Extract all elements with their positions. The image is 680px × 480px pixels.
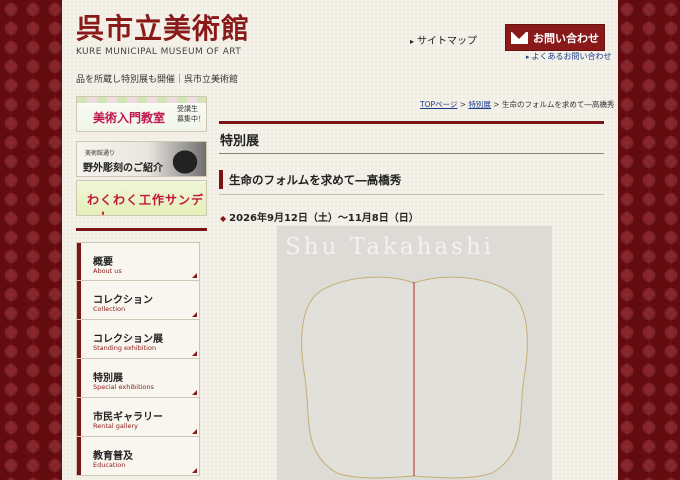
faq-link[interactable]: ▸ よくあるお問い合わせ: [526, 51, 612, 62]
main-top-rule: [219, 121, 604, 124]
mail-icon: [511, 31, 528, 44]
sitemap-link[interactable]: ▸ サイトマップ: [410, 32, 477, 47]
banner-title: 野外彫刻のご紹介: [83, 163, 163, 174]
banner-craft-sunday[interactable]: わくわく工作サンデー！: [76, 180, 207, 216]
corner-triangle-icon: [192, 312, 197, 317]
diamond-bullet-icon: ◆: [220, 214, 227, 223]
breadcrumb-current: 生命のフォルムを求めて―高橋秀: [501, 100, 615, 109]
page-container: 呉市立美術館 KURE MUNICIPAL MUSEUM OF ART 品を所蔵…: [62, 0, 618, 480]
sculpture-image: [166, 144, 204, 174]
nav-accent-bar: [77, 281, 81, 319]
breadcrumb-separator: >: [457, 100, 469, 109]
nav-accent-bar: [77, 320, 81, 358]
sidebar-item-collection[interactable]: コレクション Collection: [76, 281, 200, 320]
banner-title: 美術入門教室: [93, 111, 166, 125]
breadcrumb-separator: >: [490, 100, 502, 109]
contact-button[interactable]: お問い合わせ: [505, 24, 605, 51]
breadcrumb-top-link[interactable]: TOPページ: [420, 100, 457, 109]
nav-sublabel: Rental gallery: [93, 422, 138, 430]
exhibition-poster[interactable]: Shu Takahashi: [277, 226, 552, 480]
heading-underline: [219, 194, 604, 195]
contact-label: お問い合わせ: [533, 31, 599, 45]
corner-triangle-icon: [192, 351, 197, 356]
tagline: 品を所蔵し特別展も開催｜呉市立美術館: [76, 75, 239, 85]
nav-sublabel: Standing exhibition: [93, 344, 157, 352]
sidebar-item-standing-exhibition[interactable]: コレクション展 Standing exhibition: [76, 320, 200, 359]
banner-subtitle: 美術館通り: [85, 150, 116, 157]
sidebar-item-education[interactable]: 教育普及 Education: [76, 437, 200, 476]
nav-label: 教育普及: [93, 451, 133, 462]
site-logo-english[interactable]: KURE MUNICIPAL MUSEUM OF ART: [76, 47, 241, 57]
nav-label: コレクション: [93, 295, 153, 306]
poster-artist-name: Shu Takahashi: [285, 234, 495, 260]
corner-triangle-icon: [192, 429, 197, 434]
arrow-right-icon: ▸: [526, 53, 530, 61]
sidebar-divider: [76, 228, 207, 231]
exhibition-date-text: 2026年9月12日（土）〜11月8日（日）: [229, 213, 419, 224]
banner-art-class[interactable]: 美術入門教室 受講生 募集中！: [76, 96, 207, 132]
sidebar-item-special-exhibitions[interactable]: 特別展 Special exhibitions: [76, 359, 200, 398]
nav-accent-bar: [77, 359, 81, 397]
heading-accent-bar: [219, 170, 223, 189]
sitemap-label: サイトマップ: [417, 36, 478, 47]
nav-sublabel: Special exhibitions: [93, 383, 154, 391]
nav-accent-bar: [77, 437, 81, 475]
sidebar-item-about[interactable]: 概要 About us: [76, 242, 200, 281]
breadcrumb-section-link[interactable]: 特別展: [468, 100, 491, 109]
banner-title: わくわく工作サンデー！: [87, 193, 205, 215]
exhibition-date: ◆ 2026年9月12日（土）〜11月8日（日）: [220, 209, 419, 224]
nav-sublabel: Collection: [93, 305, 126, 313]
banner-outdoor-sculpture[interactable]: 美術館通り 野外彫刻のご紹介: [76, 141, 207, 177]
nav-label: 概要: [93, 257, 113, 268]
nav-label: 特別展: [93, 373, 123, 384]
sidebar-item-rental-gallery[interactable]: 市民ギャラリー Rental gallery: [76, 398, 200, 437]
nav-accent-bar: [77, 243, 81, 280]
corner-triangle-icon: [192, 390, 197, 395]
banner-decoration: [77, 97, 206, 103]
poster-artwork: [277, 268, 552, 480]
nav-sublabel: About us: [93, 267, 122, 275]
arrow-right-icon: ▸: [410, 37, 415, 46]
faq-label: よくあるお問い合わせ: [531, 52, 612, 61]
site-logo[interactable]: 呉市立美術館: [76, 14, 250, 44]
page-title: 特別展: [220, 134, 260, 149]
nav-sublabel: Education: [93, 461, 126, 469]
corner-triangle-icon: [192, 468, 197, 473]
sidebar-nav: 概要 About us コレクション Collection コレクション展 St…: [76, 242, 200, 476]
nav-label: 市民ギャラリー: [93, 412, 163, 423]
banner-subtitle: 受講生 募集中！: [177, 105, 205, 123]
exhibition-title: 生命のフォルムを求めて―高橋秀: [229, 173, 402, 187]
nav-accent-bar: [77, 398, 81, 436]
corner-triangle-icon: [192, 273, 197, 278]
breadcrumb: TOPページ > 特別展 > 生命のフォルムを求めて―高橋秀: [420, 99, 614, 110]
title-underline: [219, 153, 604, 154]
nav-label: コレクション展: [93, 334, 163, 345]
